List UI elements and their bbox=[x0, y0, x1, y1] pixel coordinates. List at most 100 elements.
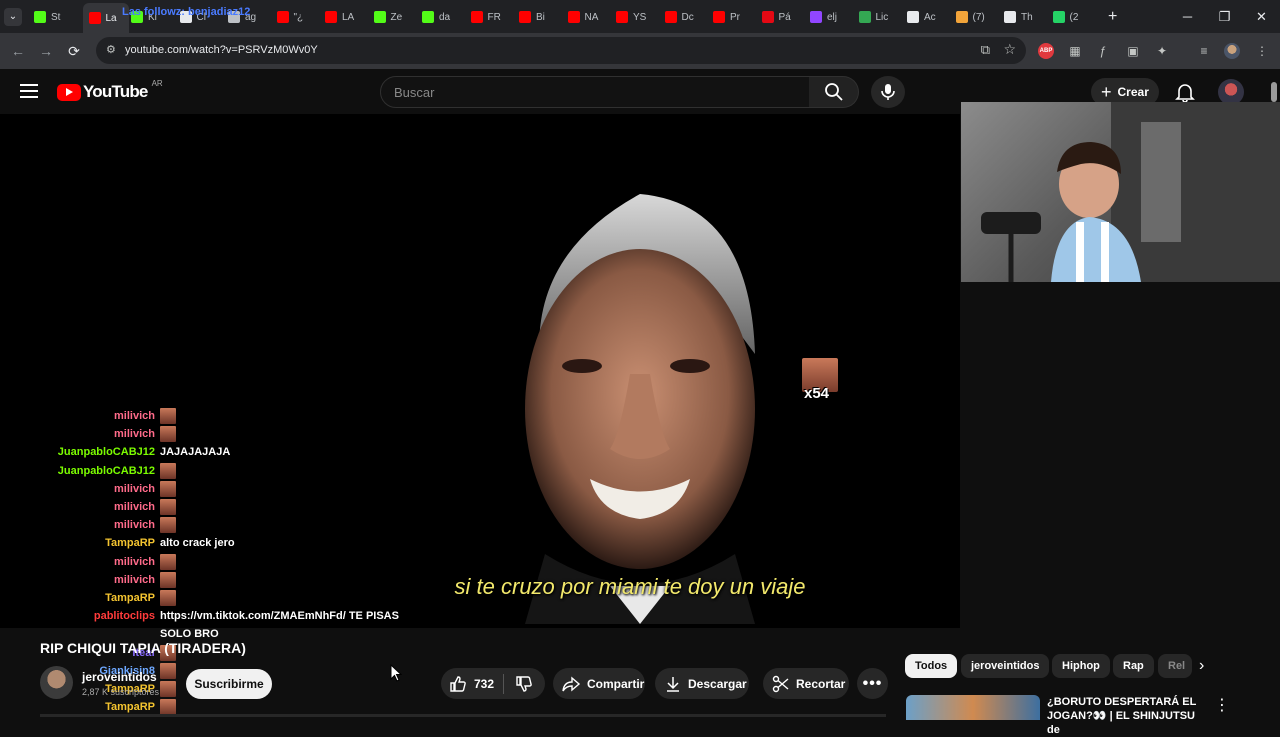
close-window-icon[interactable]: ✕ bbox=[1243, 0, 1280, 33]
youtube-icon bbox=[276, 11, 289, 23]
minimize-icon[interactable]: ─ bbox=[1169, 0, 1206, 33]
browser-tab-label: Pá bbox=[778, 11, 791, 23]
extension-image-icon[interactable]: ▣ bbox=[1123, 41, 1143, 61]
notifications-button[interactable] bbox=[1174, 81, 1196, 103]
back-arrow-icon[interactable]: ← bbox=[6, 39, 30, 63]
chat-message: JuanpabloCABJ12 JAJAJAJAJA bbox=[0, 444, 231, 460]
browser-tab[interactable]: Th bbox=[1004, 6, 1048, 28]
video-progress-bar[interactable] bbox=[40, 714, 886, 717]
video-frame-portrait bbox=[525, 194, 755, 624]
share-button[interactable]: Compartir bbox=[553, 668, 645, 699]
browser-tab[interactable]: Dc bbox=[664, 6, 709, 28]
download-button[interactable]: Descargar bbox=[655, 668, 749, 699]
browser-tab[interactable]: da bbox=[422, 6, 466, 28]
page-scrollbar[interactable] bbox=[1271, 82, 1277, 102]
browser-tab-label: Ze bbox=[390, 11, 403, 23]
chat-icon bbox=[1052, 11, 1065, 23]
filter-chip[interactable]: jeroveintidos bbox=[961, 654, 1050, 678]
clip-label: Recortar bbox=[796, 676, 846, 691]
dislike-button[interactable] bbox=[504, 675, 533, 693]
twitch-icon bbox=[810, 11, 822, 23]
profile-avatar-icon[interactable] bbox=[1222, 41, 1242, 61]
browser-tab-label: LA bbox=[342, 11, 355, 23]
recommendation-menu-icon[interactable]: ⋮ bbox=[1214, 695, 1230, 715]
tab-search-button[interactable]: ⌄ bbox=[4, 6, 22, 28]
chat-emote-icon bbox=[160, 462, 176, 479]
youtube-icon bbox=[88, 12, 101, 24]
browser-tab-label: Ac bbox=[924, 11, 936, 23]
filter-chip[interactable]: Todos bbox=[905, 654, 958, 678]
browser-tab[interactable]: (7) bbox=[955, 6, 1000, 28]
browser-tab[interactable]: YS bbox=[616, 6, 660, 28]
chat-username: milivich bbox=[114, 555, 155, 568]
chat-username: TampaRP bbox=[105, 537, 155, 550]
browser-tab[interactable]: elj bbox=[810, 6, 854, 28]
chat-text: JAJAJAJAJA bbox=[160, 446, 231, 459]
browser-tab[interactable]: FR bbox=[470, 6, 515, 28]
browser-tab-label: "¿ bbox=[293, 11, 304, 23]
netflix-icon bbox=[761, 11, 774, 23]
install-app-icon[interactable]: ⧉ bbox=[981, 42, 990, 58]
browser-tab-label: Dc bbox=[681, 11, 694, 23]
chat-username: milivich bbox=[114, 573, 155, 586]
youtube-icon bbox=[567, 11, 580, 23]
address-bar[interactable]: ⚙ youtube.com/watch?v=PSRVzM0Wv0Y ⧉ ☆ bbox=[96, 37, 1026, 64]
chat-username: TampaRP bbox=[105, 701, 155, 714]
menu-icon[interactable] bbox=[18, 81, 40, 103]
search-input[interactable]: Buscar bbox=[380, 76, 810, 108]
chat-emote-icon bbox=[160, 480, 176, 497]
media-controls-icon[interactable]: ≡ bbox=[1194, 41, 1214, 61]
recommendation-title[interactable]: ¿BORUTO DESPERTARÁ EL JOGAN?👀 | EL SHINJ… bbox=[1047, 695, 1207, 737]
tab-overlay-text: Las followz: benjadiaz12 bbox=[122, 6, 251, 18]
more-actions-button[interactable]: ••• bbox=[857, 668, 888, 699]
chat-message: milivich bbox=[0, 571, 176, 588]
browser-tab[interactable]: NA bbox=[567, 6, 612, 28]
subscribe-button[interactable]: Suscribirme bbox=[186, 669, 272, 699]
browser-tab[interactable]: "¿ bbox=[276, 6, 321, 28]
youtube-logo[interactable]: YouTube AR bbox=[57, 79, 163, 102]
youtube-icon bbox=[325, 11, 337, 23]
browser-tab[interactable]: Bi bbox=[519, 6, 563, 28]
microphone-icon bbox=[881, 84, 895, 100]
browser-tab-label: Lic bbox=[875, 11, 889, 23]
globe-icon bbox=[858, 11, 871, 23]
browser-tab[interactable]: St bbox=[34, 6, 78, 28]
browser-tab-label: La bbox=[105, 12, 117, 24]
browser-tab[interactable]: Ze bbox=[373, 6, 418, 28]
forward-arrow-icon[interactable]: → bbox=[34, 39, 58, 63]
restore-icon[interactable]: ❐ bbox=[1206, 0, 1243, 33]
browser-menu-icon[interactable]: ⋮ bbox=[1252, 41, 1272, 61]
adblock-plus-icon[interactable]: ABP bbox=[1036, 41, 1056, 61]
recommendation-thumbnail[interactable] bbox=[906, 695, 1040, 720]
voice-search-button[interactable] bbox=[871, 76, 905, 108]
extension-script-icon[interactable]: ƒ bbox=[1093, 41, 1113, 61]
bookmark-star-icon[interactable]: ☆ bbox=[1003, 41, 1016, 58]
filter-chip[interactable]: Rap bbox=[1113, 654, 1154, 678]
chat-emote-icon bbox=[160, 571, 176, 588]
chevron-right-icon[interactable]: › bbox=[1199, 657, 1204, 675]
search-button[interactable] bbox=[809, 76, 859, 108]
browser-tab[interactable]: Ac bbox=[907, 6, 951, 28]
chevron-down-icon: ⌄ bbox=[4, 8, 22, 26]
clip-button[interactable]: Recortar bbox=[763, 668, 849, 699]
channel-name[interactable]: jeroveintidos bbox=[82, 670, 157, 684]
extension-calendar-icon[interactable]: ▦ bbox=[1065, 41, 1085, 61]
browser-tab[interactable]: LA bbox=[325, 6, 369, 28]
like-button[interactable]: 732 bbox=[441, 675, 494, 693]
browser-tab[interactable]: Pá bbox=[761, 6, 806, 28]
site-settings-icon[interactable]: ⚙ bbox=[106, 43, 116, 56]
chat-username: pablitoclips bbox=[93, 610, 155, 623]
new-tab-button[interactable]: + bbox=[1108, 6, 1117, 28]
channel-avatar[interactable] bbox=[40, 666, 73, 699]
youtube-icon bbox=[519, 11, 531, 23]
chat-username: JuanpabloCABJ12 bbox=[57, 446, 155, 459]
filter-chip[interactable]: Rel bbox=[1158, 654, 1192, 678]
reload-icon[interactable]: ⟳ bbox=[62, 39, 86, 63]
browser-tab[interactable]: Pr bbox=[713, 6, 757, 28]
diamond-icon bbox=[1004, 11, 1016, 23]
extensions-puzzle-icon[interactable]: ✦ bbox=[1152, 41, 1172, 61]
browser-tab[interactable]: (2 bbox=[1052, 6, 1097, 28]
filter-chip[interactable]: Hiphop bbox=[1052, 654, 1110, 678]
chat-emote-icon bbox=[160, 553, 176, 570]
browser-tab[interactable]: Lic bbox=[858, 6, 903, 28]
